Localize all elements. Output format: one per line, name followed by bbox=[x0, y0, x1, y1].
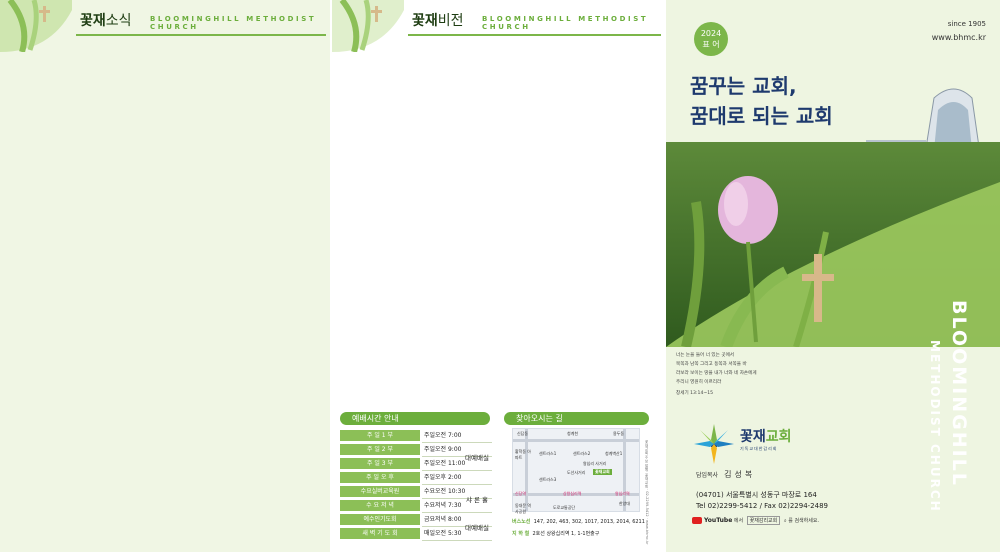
verse-line: 라보라 보이는 땅을 내가 너와 네 자손에게 bbox=[676, 371, 757, 376]
contact-phone: Tel 02)2299-5412 / Fax 02)2294-2489 bbox=[696, 502, 828, 510]
schedule-service-name: 새 벽 기 도 회 bbox=[340, 528, 420, 539]
youtube-icon bbox=[692, 517, 702, 524]
search-icon: ⌕ bbox=[783, 518, 787, 524]
schedule-service-name: 주 일 오 후 bbox=[340, 472, 420, 483]
leaf-cross-icon bbox=[0, 0, 72, 52]
flower-logo-icon bbox=[694, 424, 734, 464]
schedule-service-name: 수 요 저 녁 bbox=[340, 500, 420, 511]
schedule-place: 대예배실 bbox=[465, 524, 489, 532]
panel-cover: since 1905 www.bhmc.kr 2024 표 어 꿈꾸는 교회, … bbox=[666, 0, 1000, 552]
leaf-cross-icon bbox=[332, 0, 404, 52]
schedule-service-time: 주일오후 2:00 bbox=[424, 474, 462, 481]
schedule-service-time: 주일오전 7:00 bbox=[424, 432, 462, 439]
subway-info: 지 하 철 2호선 상왕십리역 1, 1-1번출구 bbox=[512, 531, 600, 537]
founded-year: since 1905 bbox=[947, 20, 986, 28]
map-label: 도로교통공단 bbox=[553, 505, 576, 510]
youtube-search-term: 꽃재감리교회 bbox=[746, 516, 781, 525]
website-link[interactable]: www.bhmc.kr bbox=[932, 33, 986, 42]
schedule-title: 예배시간 안내 bbox=[340, 412, 490, 425]
schedule-place: 대예배실 bbox=[465, 454, 489, 462]
vertical-church-name: BLOOMINGHILL bbox=[948, 300, 970, 487]
schedule-service-name: 주 일 2 부 bbox=[340, 444, 420, 455]
map-label: 센트라스1 bbox=[539, 451, 557, 456]
map-label: 황학동 아파트 bbox=[515, 449, 531, 460]
schedule-service-time: 금요저녁 8:00 bbox=[424, 516, 462, 523]
pastor-info: 담임목사 김성복 bbox=[696, 470, 756, 479]
schedule-place: 샤 론 홀 bbox=[465, 496, 489, 504]
header-divider bbox=[408, 34, 661, 36]
schedule-service-name: 주 일 1 부 bbox=[340, 430, 420, 441]
map-label: 왕십리 사거리 bbox=[583, 461, 607, 466]
year-badge: 2024 표 어 bbox=[694, 22, 728, 56]
panel-news: 꽃재소식 BLOOMINGHILL METHODIST CHURCH bbox=[0, 0, 330, 552]
metro-label: 왕십리역 bbox=[615, 491, 630, 496]
map-label: 동대문 역사공원 bbox=[515, 503, 531, 514]
map-label: 신답동 bbox=[517, 431, 529, 436]
map-label: 청계벽산1 bbox=[605, 451, 623, 456]
verse-line: 북쪽과 남쪽 그리고 동쪽과 서쪽을 바 bbox=[676, 362, 747, 367]
slogan-line-2: 꿈대로 되는 교회 bbox=[690, 104, 833, 128]
metro-label: 상왕십리역 bbox=[563, 491, 582, 496]
slogan-line-1: 꿈꾸는 교회, bbox=[690, 74, 797, 98]
schedule-service-time: 주일오전 9:00 bbox=[424, 446, 462, 453]
map-label: 센트라스2 bbox=[573, 451, 591, 456]
youtube-search-note: YouTube 에서 꽃재감리교회 ⌕ 를 검색하세요. bbox=[692, 516, 819, 525]
map-label: 한양대 bbox=[619, 501, 631, 506]
metro-label: 신당역 bbox=[515, 491, 527, 496]
directions-title: 찾아오시는 길 bbox=[504, 412, 649, 425]
address: (04701) 서울특별시 성동구 마장로 164 bbox=[696, 491, 817, 499]
church-name-english: BLOOMINGHILL METHODIST CHURCH bbox=[150, 15, 317, 31]
map-label: 도선사거리 bbox=[567, 470, 586, 475]
map-label: 청계천 bbox=[567, 431, 579, 436]
page-title: 꽃재소식 bbox=[80, 13, 132, 29]
bus-info: 버스노선 147, 202, 463, 302, 1017, 2013, 201… bbox=[512, 519, 645, 525]
schedule-service-name: 주 일 3 부 bbox=[340, 458, 420, 469]
header-divider bbox=[76, 34, 326, 36]
publisher-note: 꽃재교회 주보 발행: 꽃재교회 · 02-2299-5412 · www.bh… bbox=[645, 440, 649, 545]
church-name-english: BLOOMINGHILL METHODIST CHURCH bbox=[482, 15, 649, 31]
vertical-church-subname: METHODIST CHURCH bbox=[928, 340, 942, 513]
verse-line: 너는 눈을 들어 너 있는 곳에서 bbox=[676, 353, 735, 358]
schedule-service-time: 매일오전 5:30 bbox=[424, 530, 462, 537]
denomination: 기독교대한감리회 bbox=[740, 446, 778, 451]
church-logo: 꽃재교회 기독교대한감리회 bbox=[692, 422, 822, 468]
schedule-service-time: 수요저녁 7:30 bbox=[424, 502, 462, 509]
verse-line: 주리니 영원히 이르리라 bbox=[676, 380, 722, 385]
location-map: 신답동 청계천 용두동 황학동 아파트 센트라스1 센트라스2 청계벽산1 왕십… bbox=[512, 428, 640, 514]
map-label: 센트라스3 bbox=[539, 477, 557, 482]
schedule-service-name: 수요실버교육원 bbox=[340, 486, 420, 497]
logo-wordmark: 꽃재교회 bbox=[740, 429, 792, 445]
map-label: 용두동 bbox=[613, 431, 625, 436]
verse-reference: 창세기 13:14~15 bbox=[676, 391, 714, 396]
page-title: 꽃재비전 bbox=[412, 13, 464, 29]
panel-vision: 꽃재비전 BLOOMINGHILL METHODIST CHURCH 예배시간 … bbox=[332, 0, 665, 552]
church-map-marker: 꽃재교회 bbox=[593, 469, 612, 475]
schedule-service-name: 예수인기도회 bbox=[340, 514, 420, 525]
